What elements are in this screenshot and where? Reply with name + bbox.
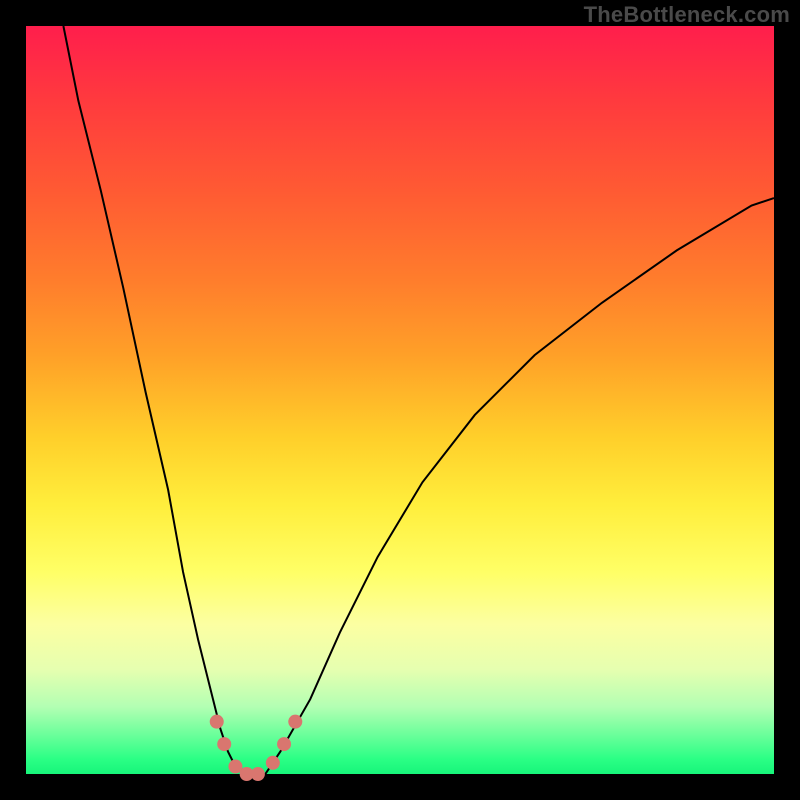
bottleneck-curve <box>63 26 774 774</box>
highlight-marker <box>210 715 224 729</box>
highlight-marker <box>251 767 265 781</box>
curve-svg <box>26 26 774 774</box>
plot-area <box>26 26 774 774</box>
highlight-marker <box>288 715 302 729</box>
chart-frame: TheBottleneck.com <box>0 0 800 800</box>
highlight-markers <box>210 715 303 781</box>
highlight-marker <box>217 737 231 751</box>
highlight-marker <box>277 737 291 751</box>
highlight-marker <box>266 756 280 770</box>
watermark-text: TheBottleneck.com <box>584 2 790 28</box>
